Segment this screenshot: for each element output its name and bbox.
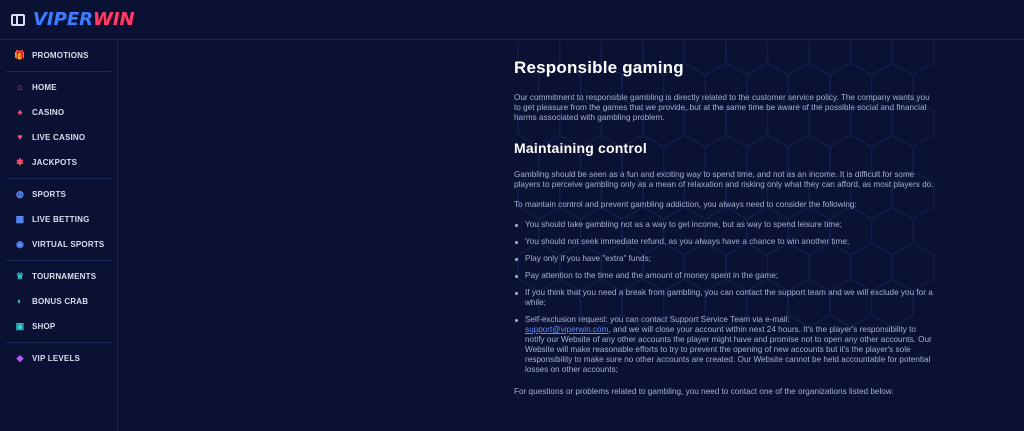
sidebar-item-label: PROMOTIONS xyxy=(32,51,89,60)
sidebar-item-label: HOME xyxy=(32,83,57,92)
paragraph-contact: For questions or problems related to gam… xyxy=(514,387,894,396)
gamepad-icon: ◉ xyxy=(15,239,25,249)
sidebar-item-home[interactable]: ⌂ HOME xyxy=(6,75,111,100)
sidebar-item-live-casino[interactable]: ♥ LIVE CASINO xyxy=(6,125,111,150)
sidebar-item-casino[interactable]: ♠ CASINO xyxy=(6,100,111,125)
sidebar-group: ⌂ HOME ♠ CASINO ♥ LIVE CASINO ✱ JACKPOTS xyxy=(6,72,111,179)
live-betting-icon: ▦ xyxy=(15,214,25,224)
list-item: Pay attention to the time and the amount… xyxy=(514,271,934,281)
intro-paragraph: Our commitment to responsible gambling i… xyxy=(514,93,930,122)
list-item: You should not seek immediate refund, as… xyxy=(514,237,934,247)
logo-win: WIN xyxy=(92,9,135,30)
sidebar-item-label: CASINO xyxy=(32,108,65,117)
sidebar-item-label: SHOP xyxy=(32,322,56,331)
sidebar-item-label: TOURNAMENTS xyxy=(32,272,97,281)
diamond-icon: ◆ xyxy=(16,353,24,363)
paragraph-consider: To maintain control and prevent gambling… xyxy=(514,200,857,209)
sidebar-item-label: LIVE CASINO xyxy=(32,133,86,142)
sidebar-item-vip-levels[interactable]: ◆ VIP LEVELS xyxy=(6,346,111,371)
sidebar-item-label: VIRTUAL SPORTS xyxy=(32,240,105,249)
sports-ball-icon: ◍ xyxy=(15,189,25,199)
list-item: If you think that you need a break from … xyxy=(514,288,934,308)
self-exclusion-prefix: Self-exclusion request: you can contact … xyxy=(525,315,790,324)
sidebar-item-virtual-sports[interactable]: ◉ VIRTUAL SPORTS xyxy=(6,232,111,257)
sidebar-item-label: SPORTS xyxy=(32,190,67,199)
sidebar-group: ◍ SPORTS ▦ LIVE BETTING ◉ VIRTUAL SPORTS xyxy=(6,179,111,261)
sidebar-item-label: BONUS CRAB xyxy=(32,297,89,306)
logo-viper: VIPER xyxy=(33,9,93,30)
sidebar-item-label: JACKPOTS xyxy=(32,158,78,167)
crab-icon: ◐ xyxy=(17,296,23,306)
gift-icon: 🎁 xyxy=(14,50,26,60)
sidebar-item-jackpots[interactable]: ✱ JACKPOTS xyxy=(6,150,111,175)
jackpots-icon: ✱ xyxy=(16,157,24,167)
paragraph-fun: Gambling should be seen as a fun and exc… xyxy=(514,170,934,189)
casino-icon: ♠ xyxy=(17,107,23,117)
live-casino-icon: ♥ xyxy=(17,132,23,142)
section-title: Maintaining control xyxy=(514,140,647,156)
sidebar-item-sports[interactable]: ◍ SPORTS xyxy=(6,182,111,207)
sidebar-item-promotions[interactable]: 🎁 PROMOTIONS xyxy=(6,43,111,68)
list-item: Play only if you have "extra" funds; xyxy=(514,254,934,264)
sidebar-group: ◆ VIP LEVELS xyxy=(6,343,111,374)
list-item: You should take gambling not as a way to… xyxy=(514,220,934,230)
logo[interactable]: VIPER WIN xyxy=(33,9,135,30)
sidebar-item-label: VIP LEVELS xyxy=(32,354,81,363)
sidebar: 🎁 PROMOTIONS ⌂ HOME ♠ CASINO ♥ LIVE CASINO ✱ JACK… xyxy=(0,40,118,431)
sidebar-item-label: LIVE BETTING xyxy=(32,215,90,224)
page-title: Responsible gaming xyxy=(514,58,684,77)
trophy-icon: ♕ xyxy=(15,271,25,281)
support-email-link[interactable]: support@viperwin.com xyxy=(525,325,608,334)
sidebar-item-bonus-crab[interactable]: ◐ BONUS CRAB xyxy=(6,289,111,314)
sidebar-toggle-icon[interactable] xyxy=(11,13,25,26)
sidebar-item-live-betting[interactable]: ▦ LIVE BETTING xyxy=(6,207,111,232)
home-icon: ⌂ xyxy=(17,82,23,92)
list-item-self-exclusion: Self-exclusion request: you can contact … xyxy=(514,315,934,375)
top-bar: VIPER WIN xyxy=(0,0,1024,40)
shop-bag-icon: ▣ xyxy=(15,321,25,331)
sidebar-item-tournaments[interactable]: ♕ TOURNAMENTS xyxy=(6,264,111,289)
main-content: Responsible gaming Our commitment to res… xyxy=(514,58,934,407)
sidebar-group: ♕ TOURNAMENTS ◐ BONUS CRAB ▣ SHOP xyxy=(6,261,111,343)
bullet-list: You should take gambling not as a way to… xyxy=(514,220,934,375)
sidebar-group: 🎁 PROMOTIONS xyxy=(6,40,111,72)
sidebar-item-shop[interactable]: ▣ SHOP xyxy=(6,314,111,339)
